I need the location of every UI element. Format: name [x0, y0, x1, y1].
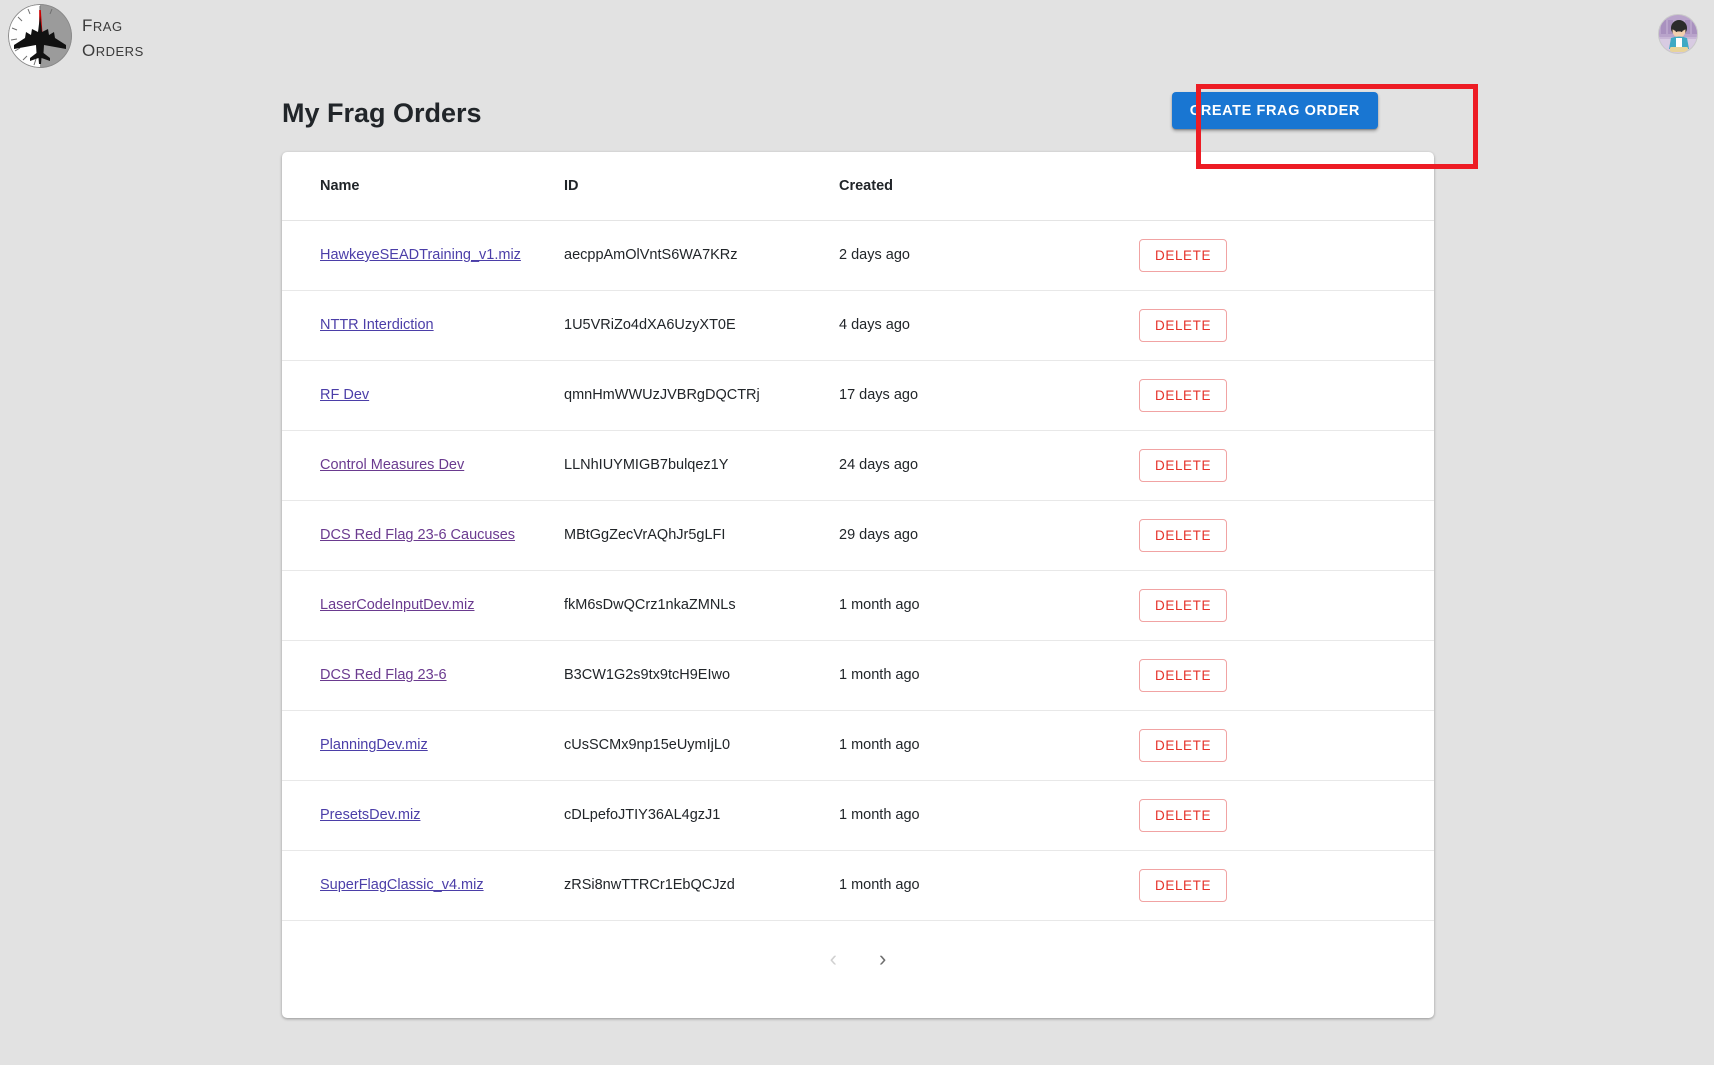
- order-created-cell: 1 month ago: [839, 640, 1139, 711]
- order-name-link[interactable]: RF Dev: [320, 387, 369, 403]
- order-created-cell: 1 month ago: [839, 850, 1139, 921]
- table-row: DCS Red Flag 23-6 Caucuses MBtGgZecVrAQh…: [282, 500, 1434, 571]
- order-name-link[interactable]: PlanningDev.miz: [320, 737, 428, 753]
- column-header-name: Name: [282, 152, 564, 221]
- order-id-cell: MBtGgZecVrAQhJr5gLFI: [564, 500, 839, 571]
- order-id-cell: zRSi8nwTTRCr1EbQCJzd: [564, 850, 839, 921]
- table-row: PlanningDev.miz cUsSCMx9np15eUymIjL0 1 m…: [282, 710, 1434, 781]
- order-name-link[interactable]: DCS Red Flag 23-6: [320, 667, 447, 683]
- avatar[interactable]: [1658, 14, 1698, 54]
- chevron-right-icon[interactable]: ›: [873, 944, 892, 974]
- table-row: LaserCodeInputDev.miz fkM6sDwQCrz1nkaZMN…: [282, 570, 1434, 641]
- brand-line-1: Frag: [82, 9, 123, 37]
- order-id-cell: fkM6sDwQCrz1nkaZMNLs: [564, 570, 839, 641]
- order-id-cell: B3CW1G2s9tx9tcH9EIwo: [564, 640, 839, 711]
- order-id-cell: cUsSCMx9np15eUymIjL0: [564, 710, 839, 781]
- top-bar: Frag Orders: [0, 0, 1714, 74]
- table-row: PresetsDev.miz cDLpefoJTIY36AL4gzJ1 1 mo…: [282, 780, 1434, 851]
- column-header-created: Created: [839, 152, 1139, 221]
- delete-button[interactable]: DELETE: [1139, 308, 1228, 342]
- delete-button[interactable]: DELETE: [1139, 238, 1228, 272]
- order-created-cell: 4 days ago: [839, 290, 1139, 361]
- order-id-cell: cDLpefoJTIY36AL4gzJ1: [564, 780, 839, 851]
- frag-orders-table: Name ID Created HawkeyeSEADTraining_v1.m…: [282, 152, 1434, 921]
- frag-orders-card: Name ID Created HawkeyeSEADTraining_v1.m…: [282, 152, 1434, 1018]
- order-name-link[interactable]: PresetsDev.miz: [320, 807, 420, 823]
- table-row: RF Dev qmnHmWWUzJVBRgDQCTRj 17 days ago …: [282, 360, 1434, 431]
- table-row: Control Measures Dev LLNhIUYMIGB7bulqez1…: [282, 430, 1434, 501]
- delete-button[interactable]: DELETE: [1139, 588, 1228, 622]
- brand-wordmark: Frag Orders: [82, 11, 144, 61]
- order-name-link[interactable]: DCS Red Flag 23-6 Caucuses: [320, 527, 515, 543]
- delete-button[interactable]: DELETE: [1139, 658, 1228, 692]
- order-id-cell: 1U5VRiZo4dXA6UzyXT0E: [564, 290, 839, 361]
- table-row: HawkeyeSEADTraining_v1.miz aecppAmOlVntS…: [282, 220, 1434, 291]
- brand-line-2: Orders: [82, 35, 144, 62]
- order-id-cell: aecppAmOlVntS6WA7KRz: [564, 220, 839, 291]
- pagination-controls: ‹ ›: [282, 921, 1434, 997]
- table-row: DCS Red Flag 23-6 B3CW1G2s9tx9tcH9EIwo 1…: [282, 640, 1434, 711]
- order-name-link[interactable]: NTTR Interdiction: [320, 317, 434, 333]
- delete-button[interactable]: DELETE: [1139, 868, 1228, 902]
- page-title: My Frag Orders: [282, 98, 482, 128]
- order-name-link[interactable]: Control Measures Dev: [320, 457, 464, 473]
- order-created-cell: 24 days ago: [839, 430, 1139, 501]
- order-created-cell: 2 days ago: [839, 220, 1139, 291]
- column-header-id: ID: [564, 152, 839, 221]
- table-body: HawkeyeSEADTraining_v1.miz aecppAmOlVntS…: [282, 220, 1434, 921]
- page-header: My Frag Orders CREATE FRAG ORDER: [282, 92, 1434, 150]
- order-created-cell: 29 days ago: [839, 500, 1139, 571]
- delete-button[interactable]: DELETE: [1139, 378, 1228, 412]
- delete-button[interactable]: DELETE: [1139, 798, 1228, 832]
- table-header-row: Name ID Created: [282, 152, 1434, 221]
- order-name-link[interactable]: LaserCodeInputDev.miz: [320, 597, 474, 613]
- order-created-cell: 17 days ago: [839, 360, 1139, 431]
- column-header-actions: [1139, 152, 1434, 221]
- order-created-cell: 1 month ago: [839, 780, 1139, 851]
- delete-button[interactable]: DELETE: [1139, 448, 1228, 482]
- order-created-cell: 1 month ago: [839, 710, 1139, 781]
- brand-logo-link[interactable]: Frag Orders: [8, 4, 144, 68]
- order-id-cell: LLNhIUYMIGB7bulqez1Y: [564, 430, 839, 501]
- table-header: Name ID Created: [282, 152, 1434, 221]
- delete-button[interactable]: DELETE: [1139, 728, 1228, 762]
- order-id-cell: qmnHmWWUzJVBRgDQCTRj: [564, 360, 839, 431]
- order-name-link[interactable]: SuperFlagClassic_v4.miz: [320, 877, 484, 893]
- order-created-cell: 1 month ago: [839, 570, 1139, 641]
- table-row: SuperFlagClassic_v4.miz zRSi8nwTTRCr1EbQ…: [282, 850, 1434, 921]
- chevron-left-icon[interactable]: ‹: [824, 944, 843, 974]
- delete-button[interactable]: DELETE: [1139, 518, 1228, 552]
- fighter-jet-dial-logo-icon: [8, 4, 72, 68]
- table-row: NTTR Interdiction 1U5VRiZo4dXA6UzyXT0E 4…: [282, 290, 1434, 361]
- create-frag-order-button[interactable]: CREATE FRAG ORDER: [1171, 92, 1378, 129]
- order-name-link[interactable]: HawkeyeSEADTraining_v1.miz: [320, 247, 521, 263]
